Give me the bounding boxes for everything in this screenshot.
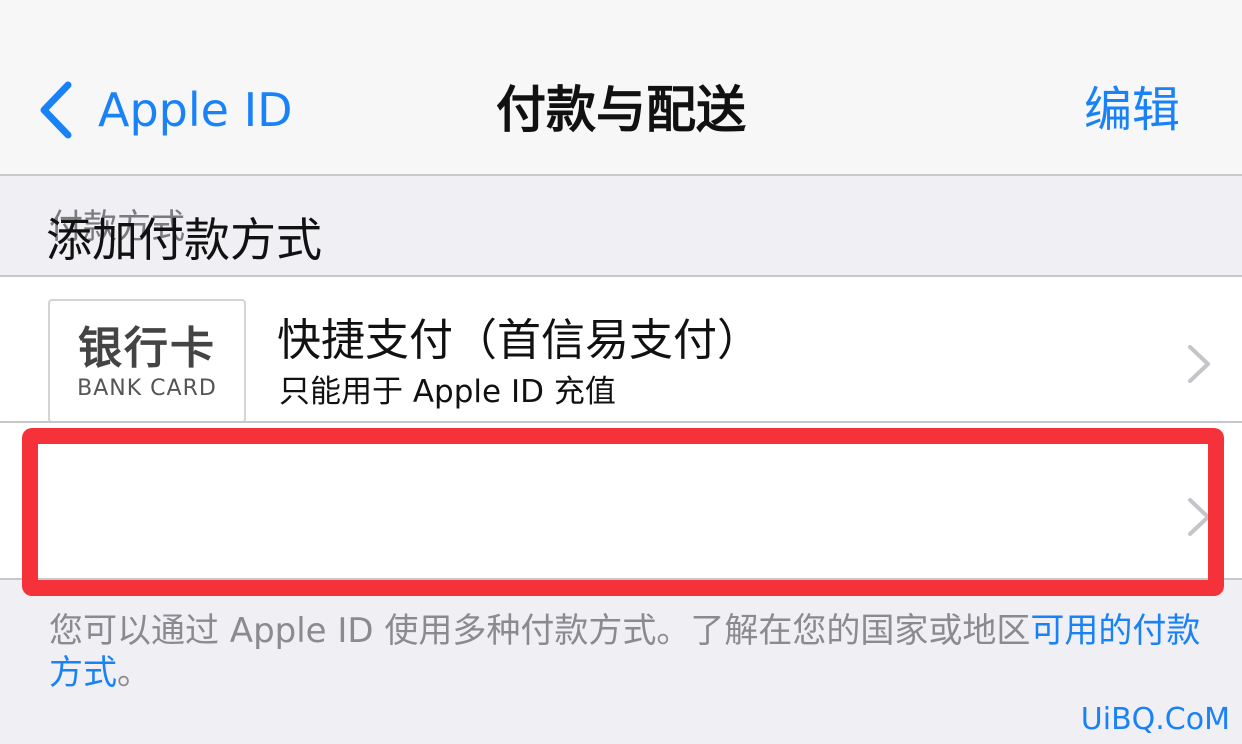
payment-method-title: 快捷支付（首信易支付）: [277, 315, 761, 366]
bank-card-logo-en: BANK CARD: [77, 376, 217, 401]
watermark: UiBQ.CoM: [1080, 702, 1230, 737]
page-title: 付款与配送: [496, 81, 746, 139]
bank-card-logo-cn: 银行卡: [78, 323, 216, 374]
chevron-right-icon: [1186, 343, 1212, 389]
add-payment-method-row[interactable]: [0, 447, 1242, 580]
payment-methods-group: 银行卡 BANK CARD 快捷支付（首信易支付）: [0, 275, 1242, 580]
footer-note: 您可以通过 Apple ID 使用多种付款方式。了解在您的国家或地区可用的付款方…: [49, 610, 1209, 694]
edit-button[interactable]: 编辑: [1084, 78, 1180, 142]
bank-card-logo: 银行卡 BANK CARD: [48, 299, 246, 423]
chevron-right-icon: [1186, 496, 1212, 542]
add-payment-method-label: 添加付款方式: [46, 213, 322, 267]
row-divider: [0, 421, 1242, 423]
footer-note-text: 您可以通过 Apple ID 使用多种付款方式。了解在您的国家或地区: [49, 611, 1031, 651]
navigation-bar: Apple ID 付款与配送 编辑: [0, 0, 1242, 176]
payment-method-subtitle: 只能用于 Apple ID 充值: [279, 374, 616, 410]
footer-note-suffix: 。: [117, 653, 151, 693]
